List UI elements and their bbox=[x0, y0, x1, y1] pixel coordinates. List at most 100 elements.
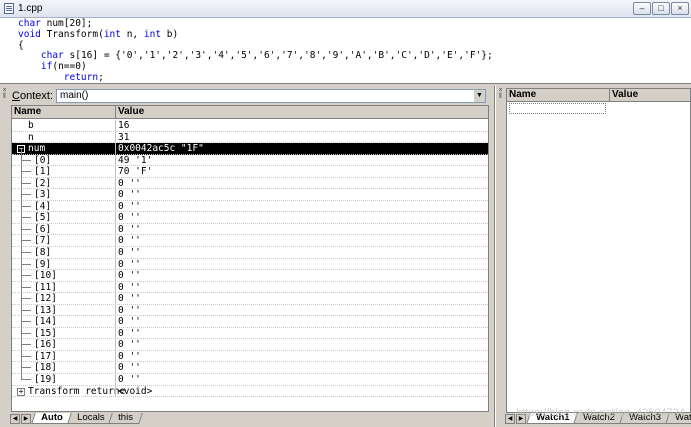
array-element-row[interactable]: [14] 0 '' bbox=[12, 310, 488, 328]
watch-grid[interactable]: Name Value bbox=[506, 88, 691, 413]
array-element-row[interactable]: [18] 0 '' bbox=[12, 356, 488, 375]
variable-value[interactable]: 0 '' bbox=[116, 224, 141, 235]
array-element-row[interactable]: [6] 0 '' bbox=[12, 217, 488, 236]
variable-name: [9] bbox=[34, 258, 52, 270]
variable-value[interactable]: 0 '' bbox=[116, 201, 141, 212]
array-element-row[interactable]: [11] 0 '' bbox=[12, 275, 488, 294]
variable-row[interactable]: n 31 bbox=[12, 131, 488, 144]
column-header-value[interactable]: Value bbox=[116, 106, 488, 119]
variable-name: [7] bbox=[34, 235, 52, 247]
variable-value[interactable]: 0 '' bbox=[116, 259, 141, 270]
variable-value[interactable]: 49 '1' bbox=[116, 155, 152, 166]
variable-name: [11] bbox=[34, 281, 57, 293]
variable-value[interactable]: 0 '' bbox=[116, 235, 141, 246]
array-element-row[interactable]: [1] 70 'F' bbox=[12, 160, 488, 178]
array-element-row[interactable]: [4] 0 '' bbox=[12, 194, 488, 213]
array-element-row[interactable]: [2] 0 '' bbox=[12, 171, 488, 190]
variable-name: [16] bbox=[34, 339, 57, 351]
close-button[interactable]: × bbox=[671, 2, 689, 15]
variable-value[interactable]: 31 bbox=[116, 132, 129, 143]
array-element-row[interactable]: [5] 0 '' bbox=[12, 206, 488, 224]
array-element-row[interactable]: [12] 0 '' bbox=[12, 287, 488, 305]
code-area[interactable]: char num[20]; void Transform(int n, int b… bbox=[18, 18, 493, 84]
tab-auto[interactable]: Auto bbox=[31, 412, 73, 424]
variable-name: [5] bbox=[34, 212, 52, 224]
array-element-row[interactable]: [3] 0 '' bbox=[12, 183, 488, 201]
code-line: char s[16] = {'0','1','2','3','4','5','6… bbox=[40, 50, 493, 62]
variable-row[interactable]: −num0x0042ac5c "1F" bbox=[12, 143, 488, 155]
watch-tab-scroll-left-icon[interactable]: ◀ bbox=[505, 414, 515, 424]
variable-value[interactable]: 0 '' bbox=[116, 189, 141, 200]
variable-value[interactable]: 0 '' bbox=[116, 316, 141, 327]
variable-name: [1] bbox=[34, 166, 52, 178]
variable-value[interactable]: 0 '' bbox=[116, 282, 141, 293]
tab-locals[interactable]: Locals bbox=[66, 412, 114, 424]
document-icon bbox=[4, 3, 14, 14]
tab-scroll-left-icon[interactable]: ◀ bbox=[10, 414, 20, 424]
variable-value[interactable]: 0x0042ac5c "1F" bbox=[116, 143, 204, 154]
variable-value[interactable]: 0 '' bbox=[116, 305, 141, 316]
watch-column-header-name[interactable]: Name bbox=[507, 89, 610, 102]
variable-name: Transform returne bbox=[28, 385, 126, 397]
variable-value[interactable]: 70 'F' bbox=[116, 166, 152, 177]
pane-grip-icon[interactable]: × ‖ bbox=[1, 87, 8, 100]
array-element-row[interactable]: [16] 0 '' bbox=[12, 333, 488, 351]
array-element-row[interactable]: [19] 0 '' bbox=[12, 368, 488, 386]
variable-value[interactable]: <void> bbox=[116, 386, 152, 397]
variable-name: n bbox=[28, 131, 34, 143]
variables-grid[interactable]: Name Value b16n 31−num0x0042ac5c "1F"[0] 4… bbox=[11, 105, 489, 412]
array-element-row[interactable]: [17] 0 '' bbox=[12, 344, 488, 363]
variable-name: [18] bbox=[34, 362, 57, 374]
variable-value[interactable]: 0 '' bbox=[116, 247, 141, 258]
column-header-name[interactable]: Name bbox=[12, 106, 116, 119]
editor-title: 1.cpp bbox=[18, 3, 43, 14]
variable-name: [13] bbox=[34, 304, 57, 316]
variable-name: [2] bbox=[34, 177, 52, 189]
array-element-row[interactable]: [10] 0 '' bbox=[12, 264, 488, 282]
tab-scroll-right-icon[interactable]: ▶ bbox=[21, 414, 31, 424]
variable-name: [8] bbox=[34, 247, 52, 259]
variable-value[interactable]: 0 '' bbox=[116, 339, 141, 350]
variable-name: [10] bbox=[34, 270, 57, 282]
variable-name: [4] bbox=[34, 200, 52, 212]
variable-value[interactable]: 0 '' bbox=[116, 212, 141, 223]
context-dropdown[interactable]: main() ▼ bbox=[55, 88, 486, 103]
maximize-button[interactable]: □ bbox=[652, 2, 670, 15]
variables-tab-bar: ◀ ▶ Auto Locals this bbox=[10, 412, 143, 424]
array-element-row[interactable]: [15] 0 '' bbox=[12, 321, 488, 340]
variable-name: [14] bbox=[34, 316, 57, 328]
variable-value[interactable]: 0 '' bbox=[116, 178, 141, 189]
variable-name: [12] bbox=[34, 293, 57, 305]
variable-value[interactable]: 0 '' bbox=[116, 270, 141, 281]
array-element-row[interactable]: [13] 0 '' bbox=[12, 298, 488, 317]
variable-value[interactable]: 0 '' bbox=[116, 362, 141, 373]
variable-name: [15] bbox=[34, 327, 57, 339]
code-line: return; bbox=[63, 71, 104, 83]
context-label: Context: bbox=[12, 89, 53, 102]
variable-value[interactable]: 0 '' bbox=[116, 328, 141, 339]
chevron-down-icon[interactable]: ▼ bbox=[472, 89, 485, 102]
array-element-row[interactable]: [0] 49 '1' bbox=[12, 148, 488, 167]
array-element-row[interactable]: [8] 0 '' bbox=[12, 241, 488, 259]
editor-title-bar[interactable]: 1.cpp – □ × bbox=[0, 0, 691, 18]
array-element-row[interactable]: [7] 0 '' bbox=[12, 229, 488, 248]
variable-value[interactable]: 0 '' bbox=[116, 351, 141, 362]
source-editor-window: 1.cpp – □ × char num[20]; void Transform(… bbox=[0, 0, 691, 84]
variable-value[interactable]: 0 '' bbox=[116, 293, 141, 304]
variable-row[interactable]: + Transform returne <void> bbox=[12, 385, 488, 398]
variable-row[interactable]: b 16 bbox=[12, 120, 488, 132]
watermark: https://blog.csdn.net/qq_42504724 bbox=[516, 407, 685, 419]
minimize-button[interactable]: – bbox=[633, 2, 651, 15]
watch-new-entry-field[interactable] bbox=[509, 103, 606, 114]
pane-grip-icon[interactable]: × ‖ bbox=[497, 87, 504, 100]
code-line: void Transform(int n, int b) bbox=[18, 28, 179, 40]
variables-pane: ×‖ Context: main() ▼ Name Value b16n 31−n… bbox=[0, 86, 494, 427]
variable-value[interactable]: 16 bbox=[116, 120, 129, 131]
variable-value[interactable]: 0 '' bbox=[116, 374, 141, 385]
watch-pane: × ‖ Name Value ◀ ▶ Watch1 Watch2 Watch3 Watc… bbox=[496, 86, 691, 427]
variable-name: [0] bbox=[34, 154, 52, 166]
tab-this[interactable]: this bbox=[108, 412, 143, 424]
array-element-row[interactable]: [9] 0 '' bbox=[12, 252, 488, 271]
context-value: main() bbox=[59, 89, 89, 101]
watch-column-header-value[interactable]: Value bbox=[610, 89, 690, 102]
